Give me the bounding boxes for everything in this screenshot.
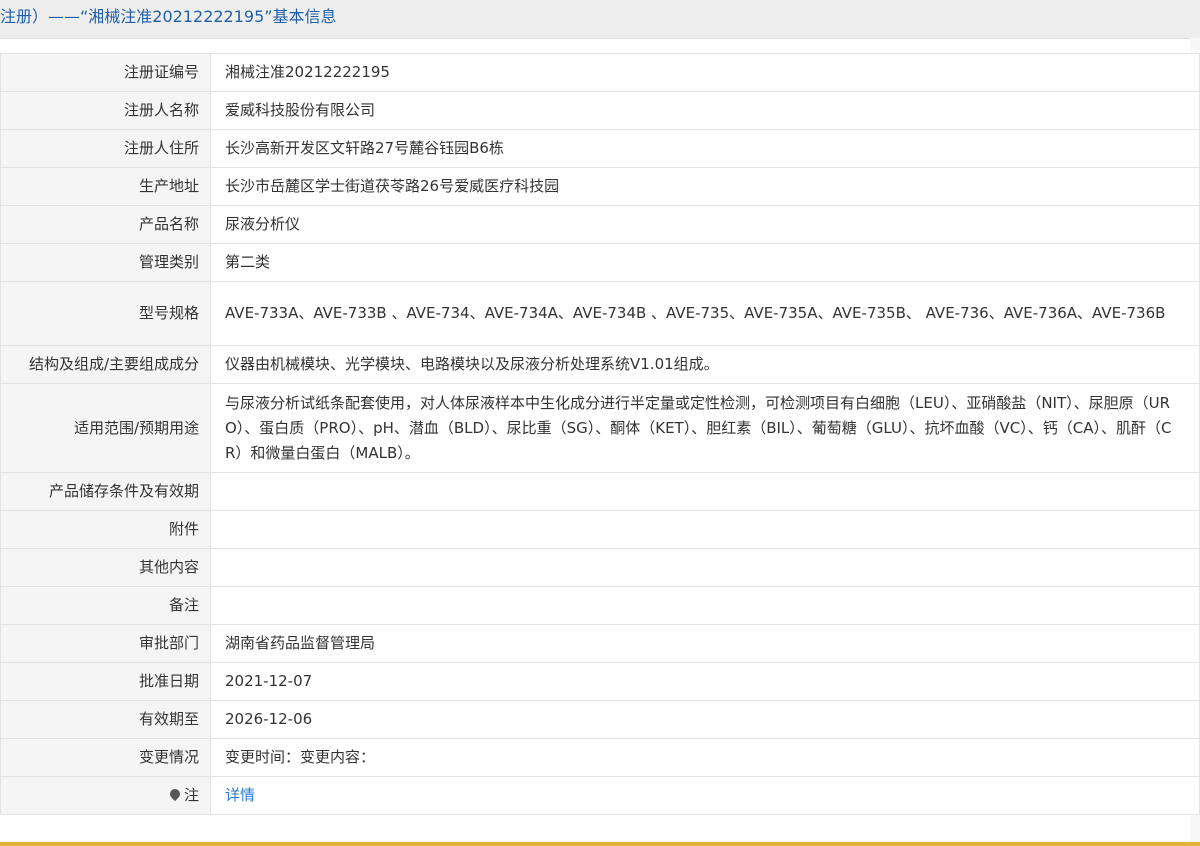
row-label: 批准日期 (0, 662, 211, 701)
row-value: 尿液分析仪 (210, 205, 1200, 244)
row-label: 注册人名称 (0, 91, 211, 130)
row-label: 有效期至 (0, 700, 211, 739)
row-value: 长沙高新开发区文轩路27号麓谷钰园B6栋 (210, 129, 1200, 168)
row-value: 与尿液分析试纸条配套使用，对人体尿液样本中生化成分进行半定量或定性检测，可检测项… (210, 383, 1200, 473)
row-value (210, 510, 1200, 549)
table-row: 备注 (0, 586, 1200, 625)
page-title: 注册）——“湘械注准20212222195”基本信息 (0, 7, 337, 26)
note-label-cell: 注 (0, 776, 211, 815)
page-header: 注册）——“湘械注准20212222195”基本信息 (0, 0, 1200, 39)
row-value: 湘械注准20212222195 (210, 53, 1200, 92)
row-label: 注册人住所 (0, 129, 211, 168)
table-row: 注册证编号 湘械注准20212222195 (0, 53, 1200, 92)
table-row: 生产地址 长沙市岳麓区学士街道茯苓路26号爱威医疗科技园 (0, 167, 1200, 206)
row-label: 产品储存条件及有效期 (0, 472, 211, 511)
row-label: 产品名称 (0, 205, 211, 244)
row-label: 附件 (0, 510, 211, 549)
table-row: 批准日期 2021-12-07 (0, 662, 1200, 701)
table-row: 其他内容 (0, 548, 1200, 587)
row-value: 长沙市岳麓区学士街道茯苓路26号爱威医疗科技园 (210, 167, 1200, 206)
row-label: 其他内容 (0, 548, 211, 587)
row-label: 注册证编号 (0, 53, 211, 92)
table-row: 适用范围/预期用途 与尿液分析试纸条配套使用，对人体尿液样本中生化成分进行半定量… (0, 383, 1200, 473)
row-label: 审批部门 (0, 624, 211, 663)
row-label: 变更情况 (0, 738, 211, 777)
info-table: 注册证编号 湘械注准20212222195 注册人名称 爱威科技股份有限公司 注… (0, 53, 1200, 815)
table-row: 附件 (0, 510, 1200, 549)
row-value: 第二类 (210, 243, 1200, 282)
row-label: 型号规格 (0, 281, 211, 346)
row-value: 2026-12-06 (210, 700, 1200, 739)
note-label: 注 (183, 786, 199, 804)
table-row: 管理类别 第二类 (0, 243, 1200, 282)
table-row: 有效期至 2026-12-06 (0, 700, 1200, 739)
table-row: 注册人住所 长沙高新开发区文轩路27号麓谷钰园B6栋 (0, 129, 1200, 168)
note-value-cell: 详情 (210, 776, 1200, 815)
row-value (210, 548, 1200, 587)
note-row: 注 详情 (0, 776, 1200, 815)
row-label: 结构及组成/主要组成成分 (0, 345, 211, 384)
row-value (210, 472, 1200, 511)
pin-icon (167, 786, 183, 801)
table-row: 产品储存条件及有效期 (0, 472, 1200, 511)
details-link[interactable]: 详情 (225, 786, 255, 804)
table-row: 审批部门 湖南省药品监督管理局 (0, 624, 1200, 663)
row-value: 爱威科技股份有限公司 (210, 91, 1200, 130)
table-row: 型号规格 AVE-733A、AVE-733B 、AVE-734、AVE-734A… (0, 281, 1200, 346)
table-row: 产品名称 尿液分析仪 (0, 205, 1200, 244)
row-label: 管理类别 (0, 243, 211, 282)
row-value: 变更时间：变更内容： (210, 738, 1200, 777)
row-value: 仪器由机械模块、光学模块、电路模块以及尿液分析处理系统V1.01组成。 (210, 345, 1200, 384)
table-row: 变更情况 变更时间：变更内容： (0, 738, 1200, 777)
row-label: 备注 (0, 586, 211, 625)
bottom-accent-bar (0, 842, 1200, 846)
row-value: 2021-12-07 (210, 662, 1200, 701)
row-value (210, 586, 1200, 625)
row-value: AVE-733A、AVE-733B 、AVE-734、AVE-734A、AVE-… (210, 281, 1200, 346)
info-table-container: 注册证编号 湘械注准20212222195 注册人名称 爱威科技股份有限公司 注… (0, 53, 1200, 815)
row-value: 湖南省药品监督管理局 (210, 624, 1200, 663)
row-label: 适用范围/预期用途 (0, 383, 211, 473)
table-row: 结构及组成/主要组成成分 仪器由机械模块、光学模块、电路模块以及尿液分析处理系统… (0, 345, 1200, 384)
table-row: 注册人名称 爱威科技股份有限公司 (0, 91, 1200, 130)
row-label: 生产地址 (0, 167, 211, 206)
